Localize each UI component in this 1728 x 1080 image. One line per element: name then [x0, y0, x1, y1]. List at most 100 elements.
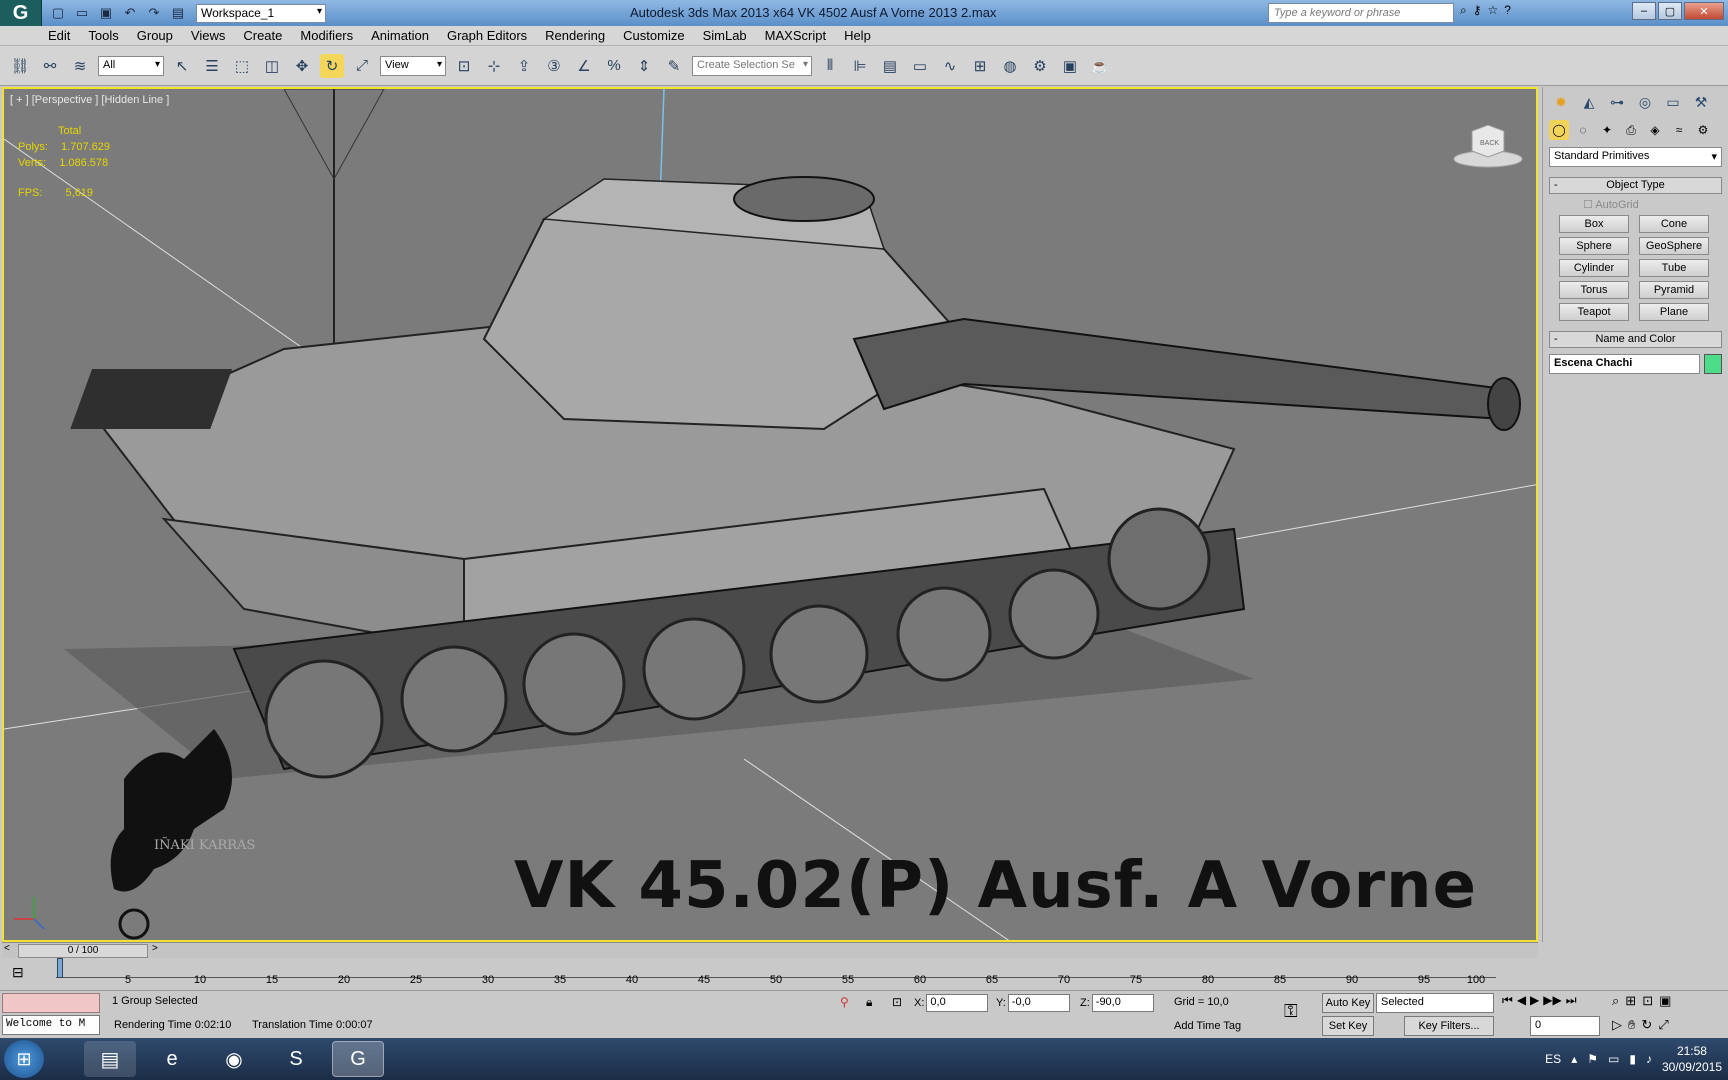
time-next-icon[interactable]: >: [152, 943, 158, 954]
auto-key-button[interactable]: Auto Key: [1322, 993, 1374, 1013]
orbit-icon[interactable]: ↻: [1641, 1017, 1652, 1033]
field-of-view-icon[interactable]: ▷: [1612, 1017, 1622, 1033]
3dsmax-taskbar-icon[interactable]: G: [332, 1041, 384, 1077]
window-crossing-icon[interactable]: ◫: [260, 54, 284, 78]
menu-views[interactable]: Views: [191, 28, 225, 43]
hierarchy-tab-icon[interactable]: ⊶: [1605, 91, 1629, 113]
named-selection-input[interactable]: Create Selection Se: [692, 55, 812, 76]
menu-graph-editors[interactable]: Graph Editors: [447, 28, 527, 43]
create-tab-icon[interactable]: ✹: [1549, 91, 1573, 113]
key-mode-select[interactable]: Selected: [1376, 993, 1494, 1013]
menu-simlab[interactable]: SimLab: [703, 28, 747, 43]
save-icon[interactable]: ▣: [96, 3, 116, 23]
menu-tools[interactable]: Tools: [88, 28, 118, 43]
schematic-view-icon[interactable]: ⊞: [968, 54, 992, 78]
teapot-button[interactable]: Teapot: [1559, 303, 1629, 321]
maxscript-input[interactable]: Welcome to M: [2, 1015, 100, 1035]
link-icon[interactable]: ⛓: [8, 54, 32, 78]
menu-customize[interactable]: Customize: [623, 28, 684, 43]
rectangle-selection-icon[interactable]: ⬚: [230, 54, 254, 78]
scale-icon[interactable]: ⤢: [350, 54, 374, 78]
close-button[interactable]: ✕: [1684, 2, 1724, 20]
action-center-icon[interactable]: ⚑: [1587, 1052, 1598, 1066]
rendered-frame-icon[interactable]: ▣: [1058, 54, 1082, 78]
redo-icon[interactable]: ↷: [144, 3, 164, 23]
tube-button[interactable]: Tube: [1639, 259, 1709, 277]
selection-filter-select[interactable]: All: [98, 55, 164, 76]
clock[interactable]: 21:58 30/09/2015: [1662, 1043, 1722, 1075]
utilities-tab-icon[interactable]: ⚒: [1689, 91, 1713, 113]
name-color-rollout[interactable]: Name and Color: [1549, 331, 1722, 348]
menu-rendering[interactable]: Rendering: [545, 28, 605, 43]
helpers-icon[interactable]: ◈: [1645, 120, 1665, 140]
play-icon[interactable]: ▶: [1530, 993, 1539, 1008]
pan-icon[interactable]: ✋︎: [1628, 1017, 1635, 1033]
rotate-icon[interactable]: ↻: [320, 53, 344, 78]
material-editor-icon[interactable]: ◍: [998, 54, 1022, 78]
zoom-extents-icon[interactable]: ⊡: [1642, 993, 1653, 1009]
object-name-input[interactable]: Escena Chachi: [1549, 354, 1700, 374]
layer-manager-icon[interactable]: ▤: [878, 54, 902, 78]
curve-editor-icon[interactable]: ∿: [938, 54, 962, 78]
maxscript-listener-mini[interactable]: [2, 993, 100, 1013]
pivot-center-icon[interactable]: ⊡: [452, 54, 476, 78]
show-hidden-icons-icon[interactable]: ▴: [1571, 1052, 1577, 1066]
project-folder-icon[interactable]: ▤: [168, 3, 188, 23]
menu-edit[interactable]: Edit: [48, 28, 70, 43]
cone-button[interactable]: Cone: [1639, 215, 1709, 233]
open-file-icon[interactable]: ▭: [72, 3, 92, 23]
mini-curve-editor-icon[interactable]: ⊟: [12, 964, 24, 981]
internet-explorer-icon[interactable]: e: [146, 1041, 198, 1077]
menu-help[interactable]: Help: [844, 28, 871, 43]
previous-frame-icon[interactable]: ◀: [1517, 993, 1526, 1008]
minimize-button[interactable]: –: [1632, 2, 1656, 20]
box-button[interactable]: Box: [1559, 215, 1629, 233]
go-to-end-icon[interactable]: ⏭: [1566, 993, 1577, 1008]
geosphere-button[interactable]: GeoSphere: [1639, 237, 1709, 255]
object-color-swatch[interactable]: [1704, 354, 1722, 374]
time-prev-icon[interactable]: <: [4, 943, 10, 954]
y-coord-input[interactable]: -0,0: [1007, 994, 1070, 1012]
add-time-tag[interactable]: Add Time Tag: [1174, 1020, 1241, 1032]
reference-coord-select[interactable]: View: [380, 55, 446, 76]
spinner-snap-icon[interactable]: ⇕: [632, 54, 656, 78]
timeline-ruler[interactable]: 5 10 15 20 25 30 35 40 45 50 55 60 65 70…: [56, 958, 1496, 986]
key-filters-button[interactable]: Key Filters...: [1404, 1016, 1494, 1036]
viewcube[interactable]: BACK: [1452, 121, 1524, 169]
geometry-icon[interactable]: ◯: [1549, 120, 1569, 140]
set-key-icon[interactable]: ⚿: [1284, 1001, 1298, 1022]
angle-snap-icon[interactable]: ∠: [572, 54, 596, 78]
align-icon[interactable]: ⊫: [848, 54, 872, 78]
isolate-selection-icon[interactable]: ⚲: [840, 995, 849, 1009]
start-button[interactable]: ⊞: [4, 1040, 44, 1078]
perspective-viewport[interactable]: IÑAKI KARRAS [ + ] [Perspective ] [Hidde…: [2, 87, 1538, 942]
menu-animation[interactable]: Animation: [371, 28, 429, 43]
unlink-icon[interactable]: ⚯: [38, 54, 62, 78]
undo-icon[interactable]: ↶: [120, 3, 140, 23]
zoom-all-icon[interactable]: ⊞: [1625, 993, 1636, 1009]
shapes-icon[interactable]: ◌: [1573, 120, 1593, 140]
mirror-icon[interactable]: ⫴: [818, 54, 842, 78]
key-icon[interactable]: ⚷: [1473, 3, 1482, 18]
x-coord-input[interactable]: 0,0: [926, 994, 989, 1012]
next-frame-icon[interactable]: ▶▶: [1543, 993, 1561, 1008]
explorer-icon[interactable]: ▤: [84, 1041, 136, 1077]
ribbon-icon[interactable]: ▭: [908, 54, 932, 78]
go-to-start-icon[interactable]: ⏮: [1502, 993, 1513, 1008]
modify-tab-icon[interactable]: ◭: [1577, 91, 1601, 113]
object-type-rollout[interactable]: Object Type: [1549, 177, 1722, 194]
volume-icon[interactable]: ♪: [1646, 1052, 1652, 1066]
snap-3d-icon[interactable]: ③: [542, 54, 566, 78]
absolute-mode-icon[interactable]: ⊡: [892, 995, 902, 1009]
workspace-select[interactable]: Workspace_1: [196, 3, 326, 23]
app-menu-button[interactable]: G: [0, 0, 42, 26]
maximize-viewport-icon[interactable]: ⤢: [1658, 1017, 1668, 1033]
track-bar[interactable]: ⊟ 5 10 15 20 25 30 35 40 45 50 55 60 65 …: [0, 958, 1728, 990]
pyramid-button[interactable]: Pyramid: [1639, 281, 1709, 299]
z-coord-input[interactable]: -90,0: [1091, 994, 1154, 1012]
menu-maxscript[interactable]: MAXScript: [765, 28, 826, 43]
render-setup-icon[interactable]: ⚙: [1028, 54, 1052, 78]
motion-tab-icon[interactable]: ◎: [1633, 91, 1657, 113]
edit-named-selection-icon[interactable]: ✎: [662, 54, 686, 78]
star-icon[interactable]: ☆: [1488, 3, 1499, 18]
